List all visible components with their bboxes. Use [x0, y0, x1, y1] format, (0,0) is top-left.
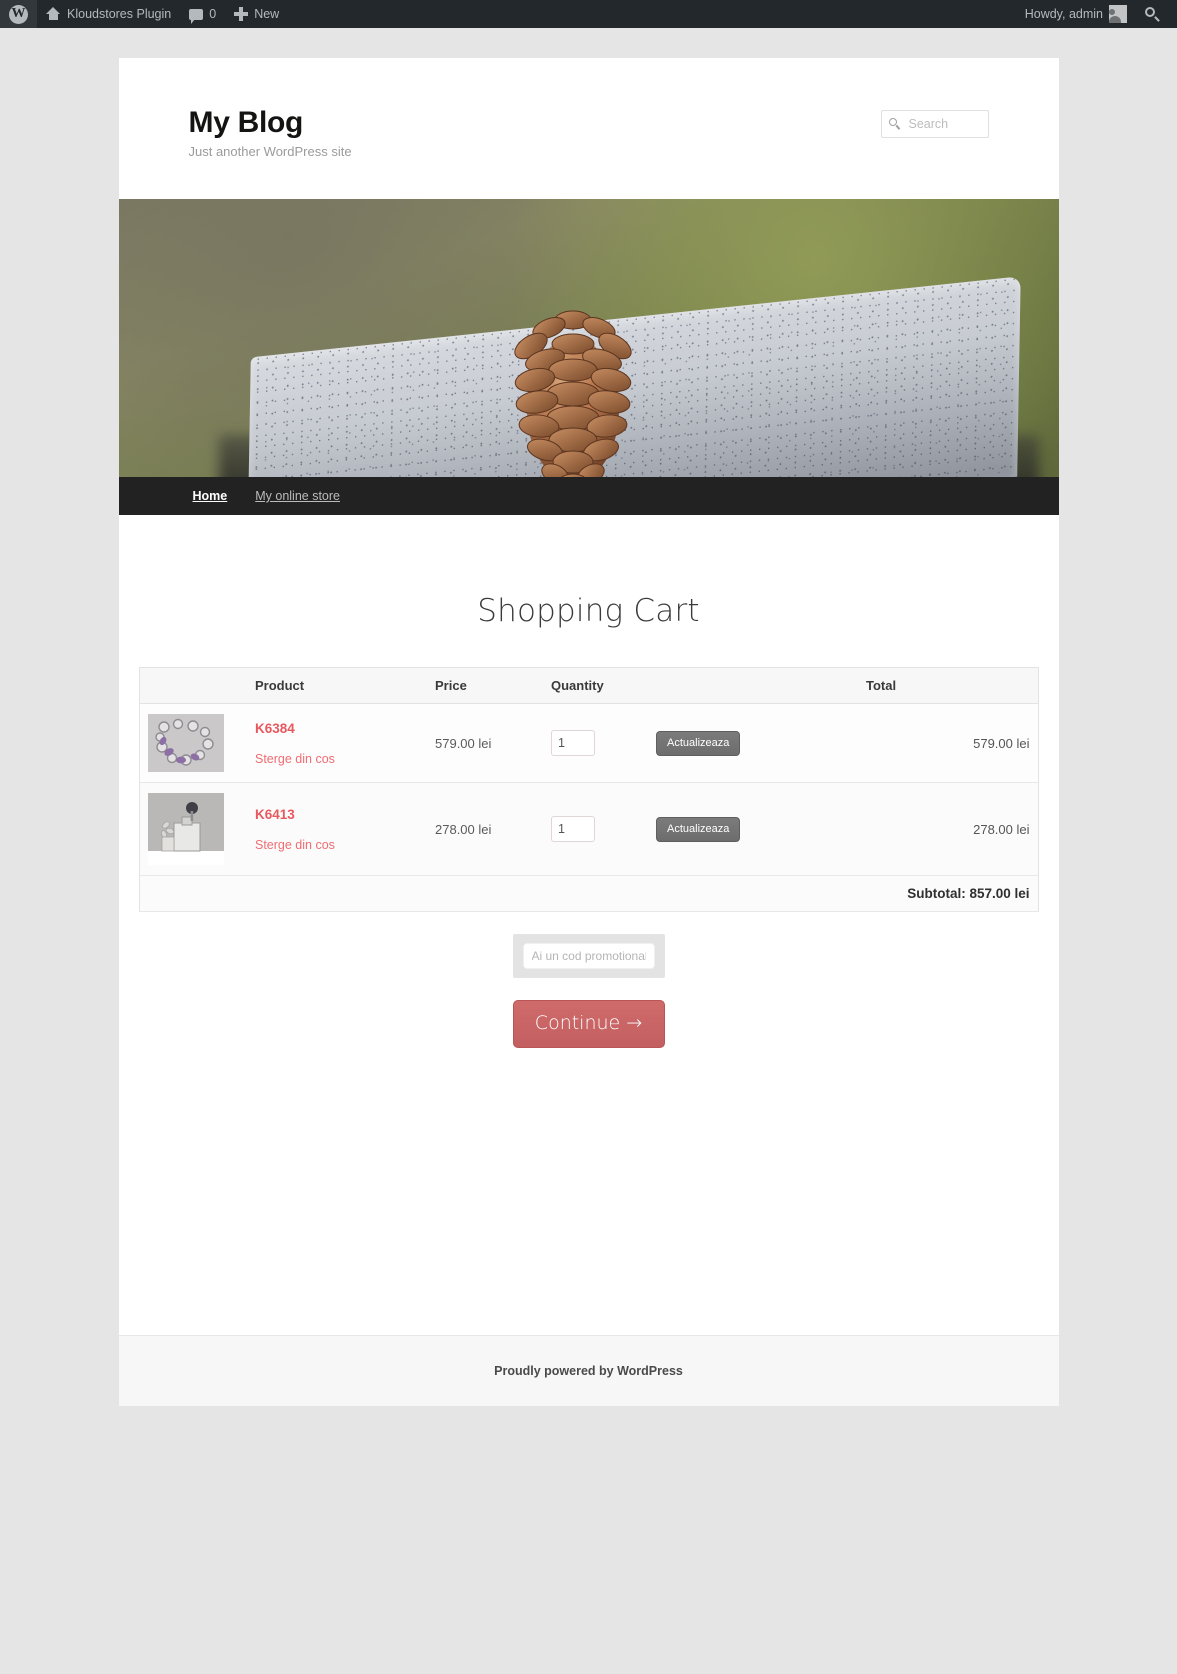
page-wrapper: My Blog Just another WordPress site Sear…	[118, 58, 1059, 1406]
comment-bubble-icon	[189, 8, 204, 24]
remove-from-cart-link[interactable]: Sterge din cos	[255, 838, 419, 852]
product-name-link[interactable]: K6413	[255, 807, 419, 822]
cart-table-body: K6384 Sterge din cos 579.00 lei Actualiz…	[139, 703, 1038, 912]
banner-pinecone	[513, 310, 632, 477]
comments-menu[interactable]: 0	[180, 0, 225, 28]
promo-code-input[interactable]	[522, 943, 655, 969]
admin-bar-left-group: W Kloudstores Plugin 0 New	[0, 0, 288, 28]
cell-price: 579.00 lei	[427, 703, 543, 783]
admin-bar-search-button[interactable]	[1136, 0, 1169, 28]
cell-total: 579.00 lei	[858, 703, 1038, 783]
cart-table-head: Product Price Quantity Total	[139, 667, 1038, 704]
plus-icon	[234, 7, 249, 21]
header-search-form[interactable]	[880, 110, 989, 138]
home-icon	[46, 7, 61, 21]
wp-admin-bar: W Kloudstores Plugin 0 New Howdy, admin	[0, 0, 1177, 28]
site-name-label: Kloudstores Plugin	[67, 7, 172, 21]
cell-thumbnail	[139, 782, 247, 876]
main-content: Shopping Cart Product Price Quantity Tot…	[118, 515, 1059, 1335]
my-account-menu[interactable]: Howdy, admin	[1016, 0, 1136, 28]
product-name-link[interactable]: K6384	[255, 721, 419, 736]
page-title: Shopping Cart	[477, 593, 700, 629]
column-header-product: Product	[247, 667, 427, 704]
remove-from-cart-link[interactable]: Sterge din cos	[255, 752, 419, 766]
column-header-thumbnail	[139, 667, 247, 704]
site-title[interactable]: My Blog	[189, 106, 989, 140]
cell-quantity	[543, 703, 648, 783]
cell-total: 278.00 lei	[858, 782, 1038, 876]
admin-bar-right-group: Howdy, admin	[1016, 0, 1177, 28]
site-name-menu[interactable]: Kloudstores Plugin	[37, 0, 180, 28]
primary-navigation: Home My online store	[118, 477, 1059, 515]
update-quantity-button[interactable]: Actualizeaza	[656, 730, 741, 756]
nav-item-home[interactable]: Home	[179, 477, 242, 515]
column-header-price: Price	[427, 667, 543, 704]
nav-item-my-online-store[interactable]: My online store	[241, 477, 354, 515]
cell-quantity	[543, 782, 648, 876]
update-quantity-button[interactable]: Actualizeaza	[656, 816, 741, 842]
product-thumbnail-image[interactable]	[147, 714, 224, 772]
wordpress-logo-icon: W	[9, 4, 28, 24]
new-content-menu[interactable]: New	[225, 0, 288, 28]
cart-subtotal-row: Subtotal: 857.00 lei	[139, 875, 1038, 912]
header-banner-image	[118, 199, 1059, 477]
cell-price: 278.00 lei	[427, 782, 543, 876]
howdy-label: Howdy, admin	[1024, 7, 1103, 21]
search-icon	[888, 118, 901, 130]
cart-header-row: Product Price Quantity Total	[139, 667, 1038, 704]
column-header-total: Total	[858, 667, 1038, 704]
cell-product: K6413 Sterge din cos	[247, 782, 427, 876]
table-row: K6384 Sterge din cos 579.00 lei Actualiz…	[139, 703, 1038, 783]
cell-thumbnail	[139, 703, 247, 783]
column-header-update	[648, 667, 858, 704]
product-thumbnail-image[interactable]	[147, 793, 224, 865]
wp-logo-menu[interactable]: W	[0, 0, 37, 28]
comments-count: 0	[209, 7, 217, 21]
site-description: Just another WordPress site	[188, 144, 352, 159]
cell-product: K6384 Sterge din cos	[247, 703, 427, 783]
search-input[interactable]	[906, 116, 981, 132]
wordpress-credit-link[interactable]: Proudly powered by WordPress	[494, 1364, 683, 1378]
cell-update: Actualizeaza	[648, 703, 858, 783]
new-label: New	[254, 7, 280, 21]
quantity-input[interactable]	[551, 816, 595, 842]
table-row: K6413 Sterge din cos 278.00 lei Actualiz…	[139, 782, 1038, 876]
subtotal-label: Subtotal: 857.00 lei	[139, 875, 1038, 912]
avatar-icon	[1109, 5, 1127, 23]
cell-update: Actualizeaza	[648, 782, 858, 876]
search-icon	[1145, 6, 1160, 22]
promo-code-container	[512, 934, 665, 978]
quantity-input[interactable]	[551, 730, 595, 756]
site-footer: Proudly powered by WordPress	[118, 1335, 1059, 1406]
continue-button[interactable]: Continue →	[512, 1000, 665, 1048]
site-header: My Blog Just another WordPress site	[119, 58, 1059, 199]
cart-table: Product Price Quantity Total K6384 Sterg…	[138, 667, 1039, 912]
column-header-quantity: Quantity	[543, 667, 648, 704]
